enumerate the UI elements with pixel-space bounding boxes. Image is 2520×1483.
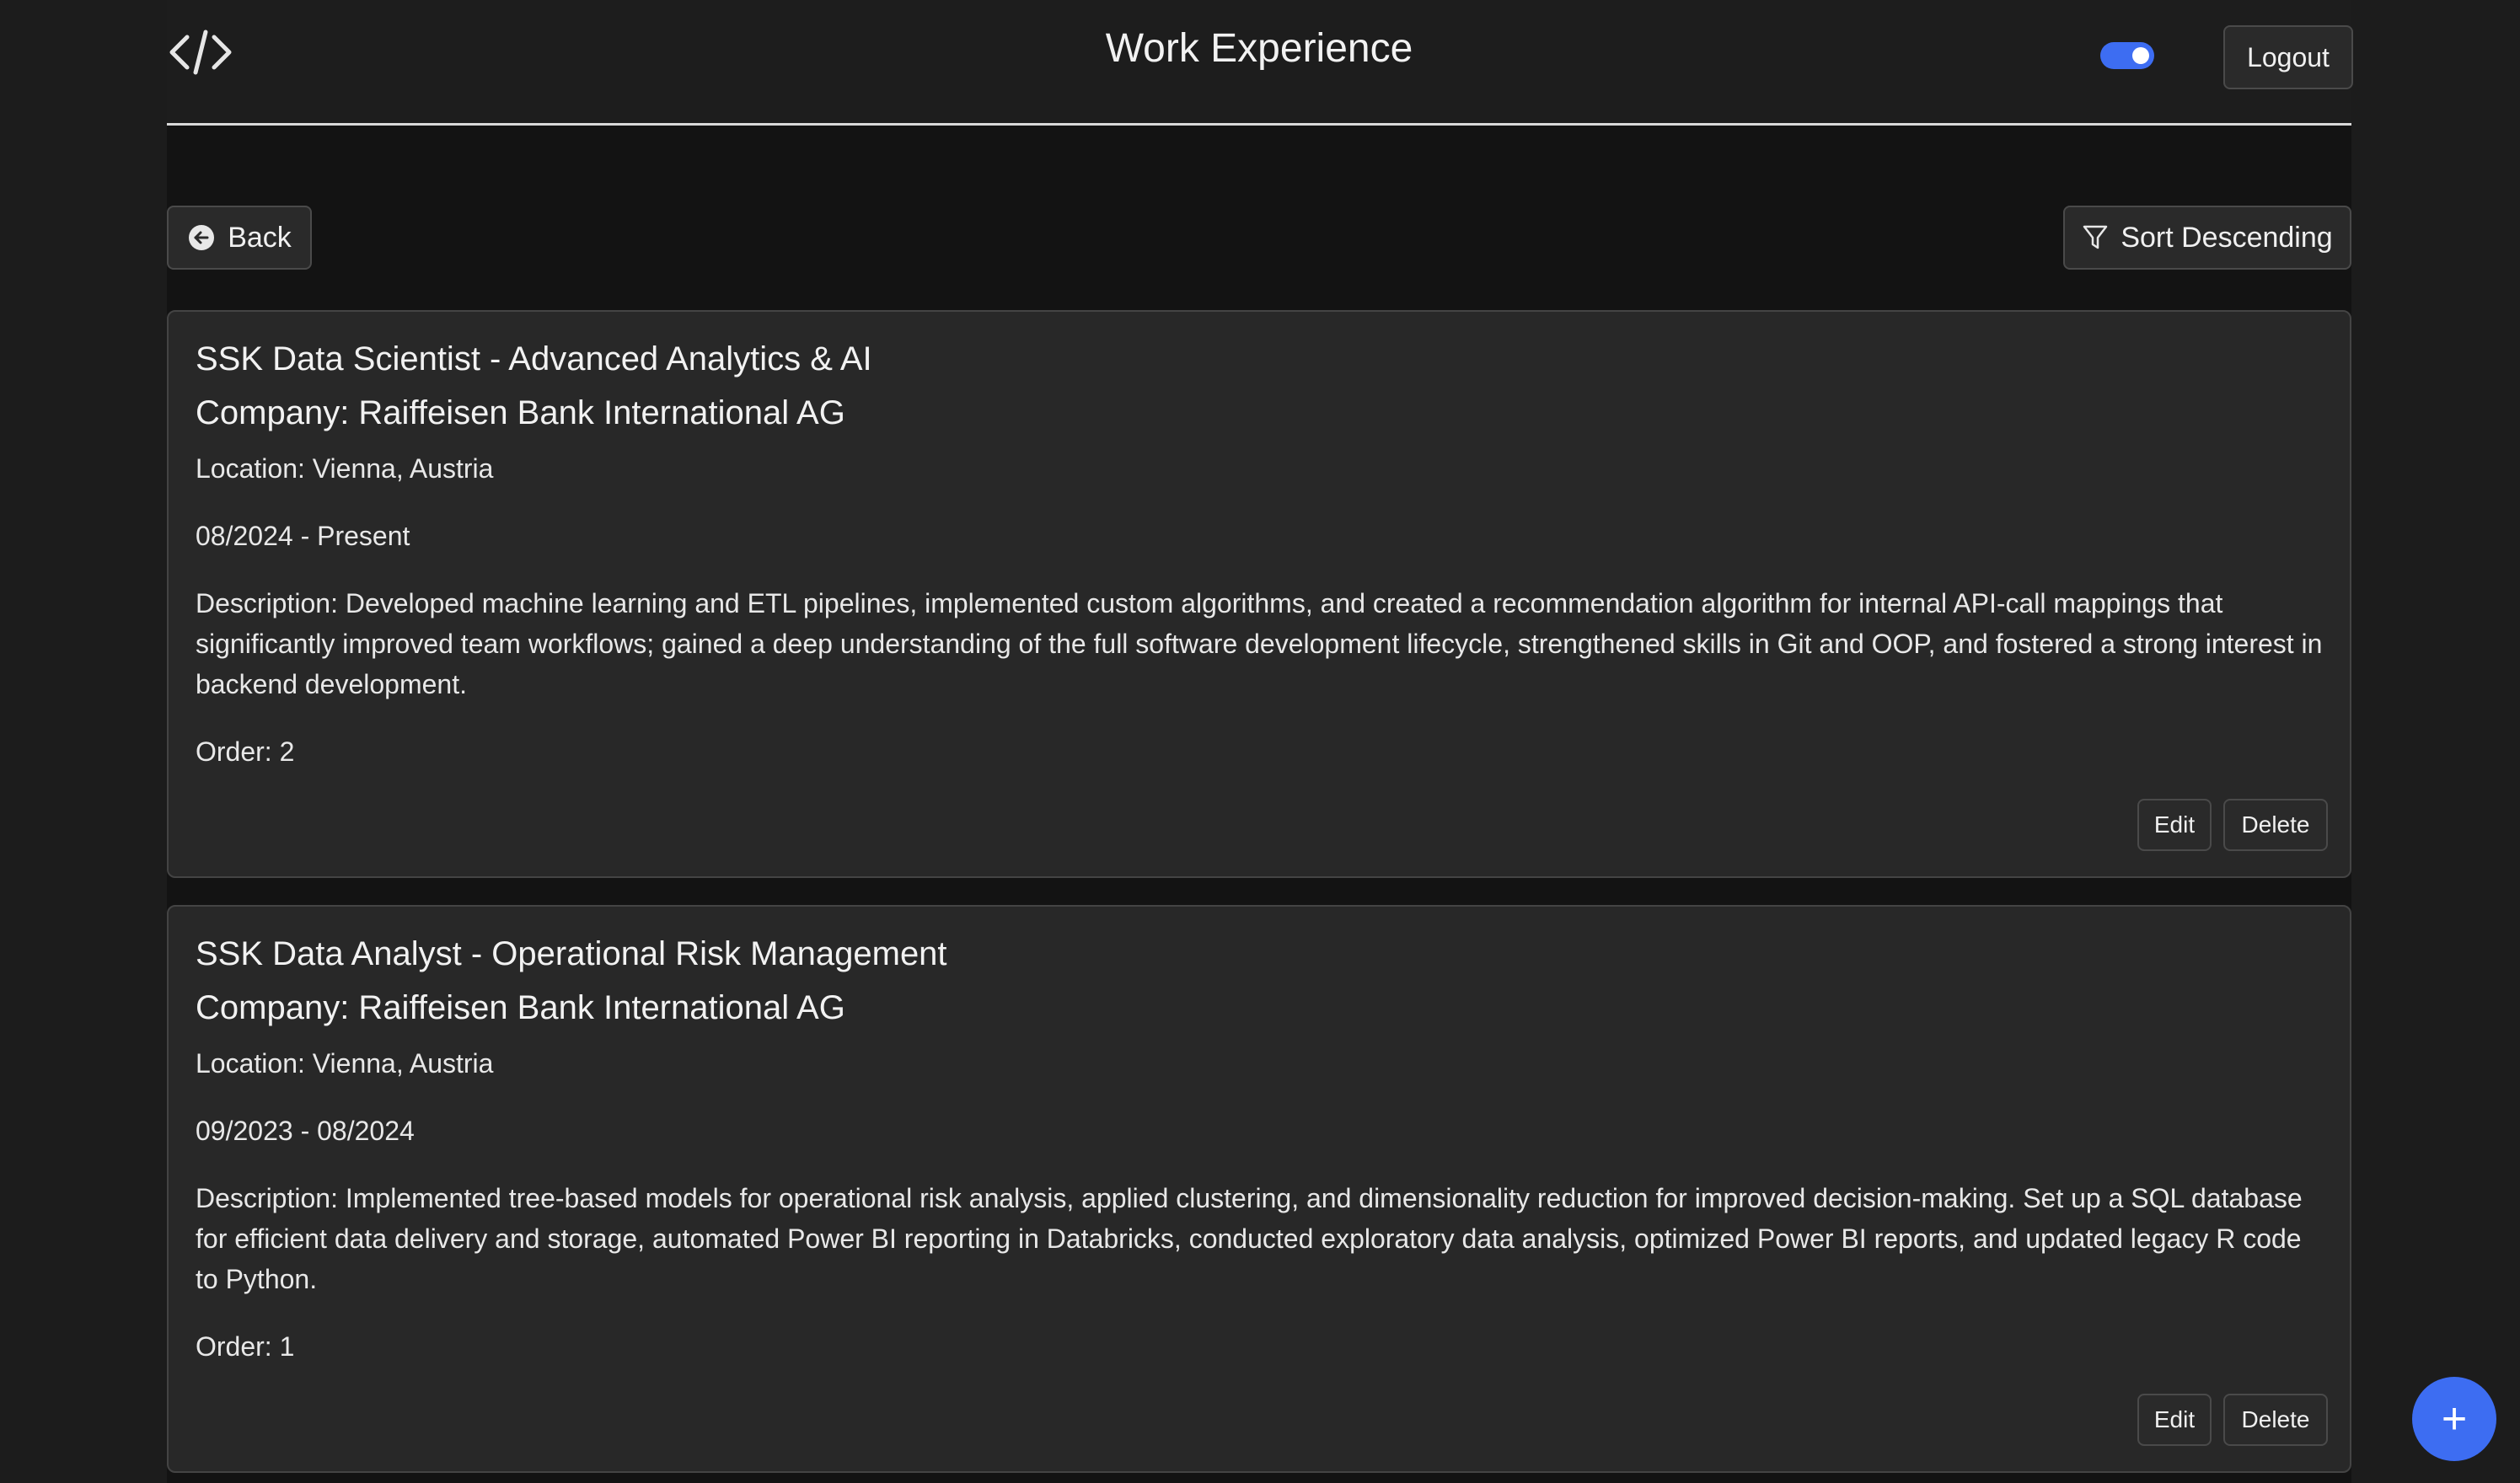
navbar: Work Experience Logout <box>167 0 2353 126</box>
back-label: Back <box>228 221 292 254</box>
add-experience-button[interactable]: + <box>2412 1377 2496 1461</box>
main-container: Work Experience Logout Back Sort Descend… <box>167 0 2353 1483</box>
plus-icon: + <box>2441 1395 2468 1443</box>
job-title: SSK Data Analyst - Operational Risk Mana… <box>196 935 947 972</box>
edit-button[interactable]: Edit <box>2137 799 2212 851</box>
experience-card: SSK Data Analyst - Operational Risk Mana… <box>167 905 2351 1473</box>
theme-toggle[interactable] <box>2100 42 2154 69</box>
toggle-knob <box>2132 47 2149 64</box>
page-margin-right <box>2351 0 2520 1483</box>
company-name: Company: Raiffeisen Bank International A… <box>196 394 845 431</box>
job-description: Description: Implemented tree-based mode… <box>196 1183 2303 1294</box>
page-title: Work Experience <box>1105 26 1413 71</box>
logout-button[interactable]: Logout <box>2223 25 2353 89</box>
edit-button[interactable]: Edit <box>2137 1394 2212 1446</box>
sort-descending-button[interactable]: Sort Descending <box>2063 206 2351 270</box>
page-margin-left <box>0 0 167 1483</box>
delete-button[interactable]: Delete <box>2223 799 2328 851</box>
job-description: Description: Developed machine learning … <box>196 588 2323 699</box>
job-title: SSK Data Scientist - Advanced Analytics … <box>196 340 872 377</box>
experience-card: SSK Data Scientist - Advanced Analytics … <box>167 310 2351 878</box>
filter-funnel-icon <box>2082 223 2109 252</box>
sort-label: Sort Descending <box>2121 221 2333 254</box>
job-location: Location: Vienna, Austria <box>196 453 494 484</box>
job-location: Location: Vienna, Austria <box>196 1048 494 1079</box>
arrow-left-circle-icon <box>187 223 216 252</box>
job-dates: 09/2023 - 08/2024 <box>196 1116 415 1146</box>
back-button[interactable]: Back <box>167 206 312 270</box>
delete-button[interactable]: Delete <box>2223 1394 2328 1446</box>
company-name: Company: Raiffeisen Bank International A… <box>196 989 845 1026</box>
job-order: Order: 1 <box>196 1331 295 1362</box>
job-dates: 08/2024 - Present <box>196 521 410 551</box>
job-order: Order: 2 <box>196 736 295 767</box>
